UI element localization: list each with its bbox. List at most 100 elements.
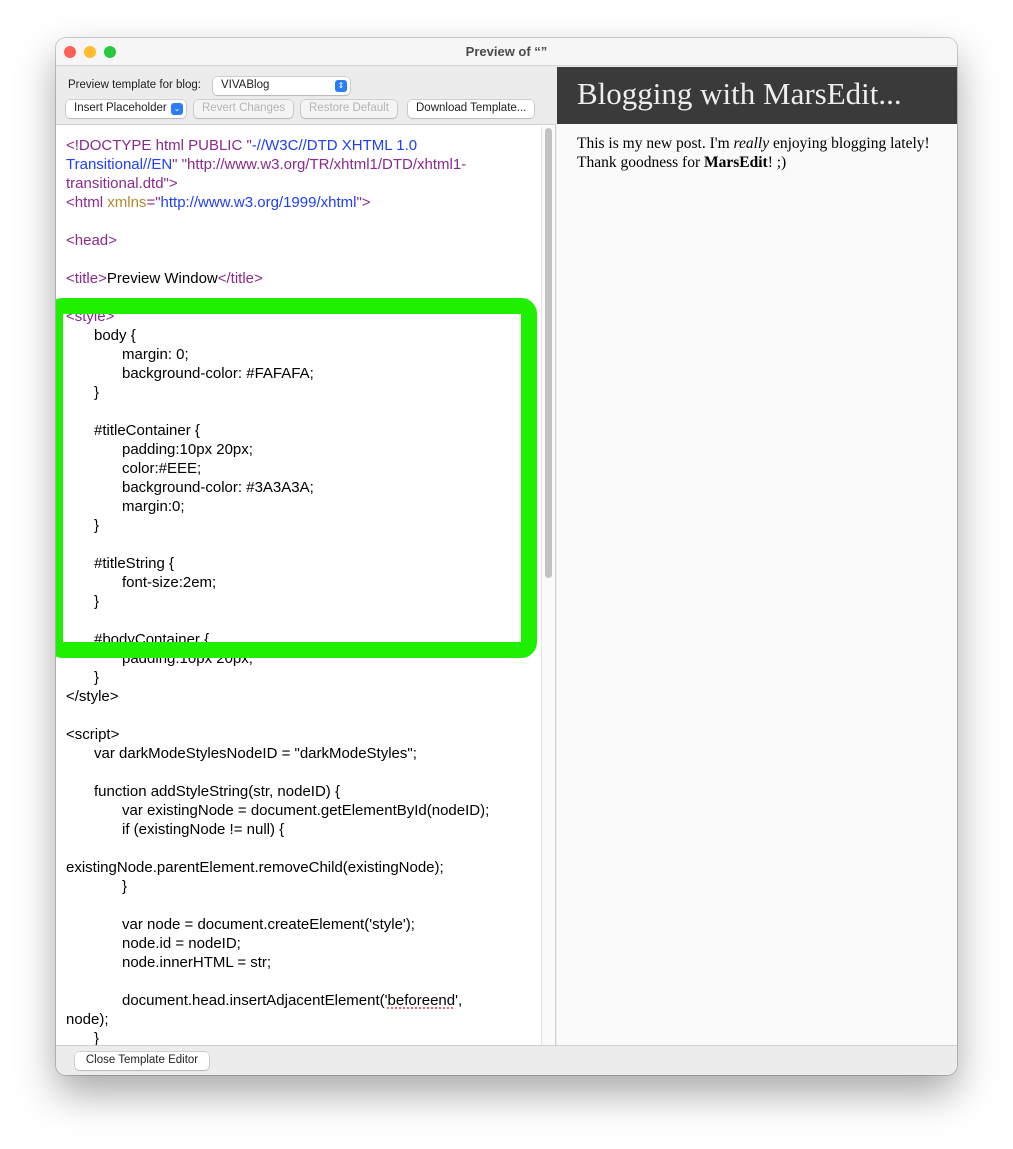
preview-pane: Blogging with MarsEdit... This is my new… bbox=[557, 67, 957, 1045]
scrollbar-thumb[interactable] bbox=[545, 128, 552, 578]
body-text: This is my new post. I'm bbox=[577, 135, 734, 152]
template-code-editor[interactable]: <!DOCTYPE html PUBLIC "-//W3C//DTD XHTML… bbox=[56, 126, 542, 1045]
code-line: <title>Preview Window</title> bbox=[66, 269, 542, 288]
code-token: <html bbox=[66, 194, 108, 211]
insert-placeholder-button[interactable]: Insert Placeholder ⌄ bbox=[66, 100, 186, 118]
code-token: } bbox=[94, 1030, 100, 1045]
code-token: #titleString { bbox=[94, 555, 175, 572]
template-editor-pane: Preview template for blog: VIVABlog ⇕ In… bbox=[56, 67, 556, 1045]
code-line: font-size:2em; bbox=[66, 573, 542, 592]
code-line: color:#EEE; bbox=[66, 459, 542, 478]
code-token: margin:0; bbox=[122, 498, 185, 515]
blog-select-label: Preview template for blog: bbox=[68, 79, 201, 91]
code-line: <!DOCTYPE html PUBLIC "-//W3C//DTD XHTML… bbox=[66, 136, 542, 155]
code-token: padding:10px 20px; bbox=[122, 650, 253, 667]
chevron-down-icon: ⌄ bbox=[171, 103, 183, 115]
code-token: font-size:2em; bbox=[122, 574, 217, 591]
code-token: <head> bbox=[66, 232, 117, 249]
code-line: transitional.dtd"> bbox=[66, 174, 542, 193]
code-token: Transitional//EN bbox=[66, 156, 173, 173]
code-token: -//W3C//DTD XHTML 1.0 bbox=[251, 137, 418, 154]
code-line: node.id = nodeID; bbox=[66, 934, 542, 953]
code-token: ', bbox=[455, 992, 463, 1009]
code-line: Transitional//EN" "http://www.w3.org/TR/… bbox=[66, 155, 542, 174]
restore-default-button[interactable]: Restore Default bbox=[301, 100, 397, 118]
editor-scrollbar[interactable] bbox=[541, 126, 555, 1045]
code-line: node.innerHTML = str; bbox=[66, 953, 542, 972]
blog-select[interactable]: VIVABlog ⇕ bbox=[213, 77, 350, 95]
code-token: node.id = nodeID; bbox=[122, 935, 241, 952]
code-token: node); bbox=[66, 1011, 109, 1028]
window-title: Preview of “” bbox=[465, 44, 548, 59]
code-token: margin: 0; bbox=[122, 346, 189, 363]
code-token: if (existingNode != null) { bbox=[122, 821, 285, 838]
body-emphasis: really bbox=[733, 135, 770, 152]
code-line: } bbox=[66, 1029, 542, 1045]
code-token: var existingNode = document.getElementBy… bbox=[122, 802, 490, 819]
code-line: var node = document.createElement('style… bbox=[66, 915, 542, 934]
code-line: <style> bbox=[66, 307, 542, 326]
code-token: function addStyleString(str, nodeID) { bbox=[94, 783, 340, 800]
code-token: </style> bbox=[66, 688, 119, 705]
code-token: body { bbox=[94, 327, 136, 344]
code-line: if (existingNode != null) { bbox=[66, 820, 542, 839]
code-line: padding:10px 20px; bbox=[66, 440, 542, 459]
editor-toolbar: Preview template for blog: VIVABlog ⇕ In… bbox=[56, 67, 556, 125]
preview-window: Preview of “” Preview template for blog:… bbox=[56, 38, 957, 1075]
code-token: background-color: #3A3A3A; bbox=[122, 479, 314, 496]
code-token: } bbox=[122, 878, 128, 895]
download-template-button[interactable]: Download Template... bbox=[408, 100, 535, 118]
code-token: } bbox=[94, 669, 100, 686]
code-token: <!DOCTYPE html PUBLIC " bbox=[66, 137, 252, 154]
title-bar: Preview of “” bbox=[56, 38, 957, 66]
code-line: var darkModeStylesNodeID = "darkModeStyl… bbox=[66, 744, 542, 763]
code-line: document.head.insertAdjacentElement('bef… bbox=[66, 991, 542, 1010]
code-line: margin: 0; bbox=[66, 345, 542, 364]
code-token: #bodyContainer { bbox=[94, 631, 210, 648]
code-token: var darkModeStylesNodeID = "darkModeStyl… bbox=[94, 745, 417, 762]
preview-body: This is my new post. I'm really enjoying… bbox=[557, 124, 957, 182]
code-token: } bbox=[94, 384, 100, 401]
code-line: padding:10px 20px; bbox=[66, 649, 542, 668]
code-token: <style> bbox=[66, 308, 115, 325]
preview-title: Blogging with MarsEdit... bbox=[557, 67, 957, 124]
code-line: <head> bbox=[66, 231, 542, 250]
code-token: beforeend bbox=[387, 992, 456, 1009]
code-line: body { bbox=[66, 326, 542, 345]
code-line: } bbox=[66, 516, 542, 535]
code-token: document.head.insertAdjacentElement(' bbox=[122, 992, 388, 1009]
code-line: background-color: #3A3A3A; bbox=[66, 478, 542, 497]
code-token: "> bbox=[356, 194, 371, 211]
code-line: } bbox=[66, 592, 542, 611]
code-token: =" bbox=[146, 194, 161, 211]
code-token: } bbox=[94, 593, 100, 610]
code-line: } bbox=[66, 383, 542, 402]
code-token: node.innerHTML = str; bbox=[122, 954, 272, 971]
code-token: background-color: #FAFAFA; bbox=[122, 365, 314, 382]
code-token: http://www.w3.org/1999/xhtml bbox=[160, 194, 357, 211]
insert-placeholder-label: Insert Placeholder bbox=[74, 102, 167, 114]
code-line: #bodyContainer { bbox=[66, 630, 542, 649]
code-line: node); bbox=[66, 1010, 542, 1029]
code-line: var existingNode = document.getElementBy… bbox=[66, 801, 542, 820]
code-line: <html xmlns="http://www.w3.org/1999/xhtm… bbox=[66, 193, 542, 212]
revert-changes-button[interactable]: Revert Changes bbox=[194, 100, 294, 118]
body-text: ! ;) bbox=[767, 154, 787, 171]
close-template-editor-button[interactable]: Close Template Editor bbox=[75, 1052, 209, 1070]
code-line: #titleContainer { bbox=[66, 421, 542, 440]
code-line: function addStyleString(str, nodeID) { bbox=[66, 782, 542, 801]
code-token: #titleContainer { bbox=[94, 422, 200, 439]
code-token: color:#EEE; bbox=[122, 460, 202, 477]
code-token: } bbox=[94, 517, 100, 534]
code-token: </title> bbox=[217, 270, 263, 287]
code-token: transitional.dtd"> bbox=[66, 175, 178, 192]
